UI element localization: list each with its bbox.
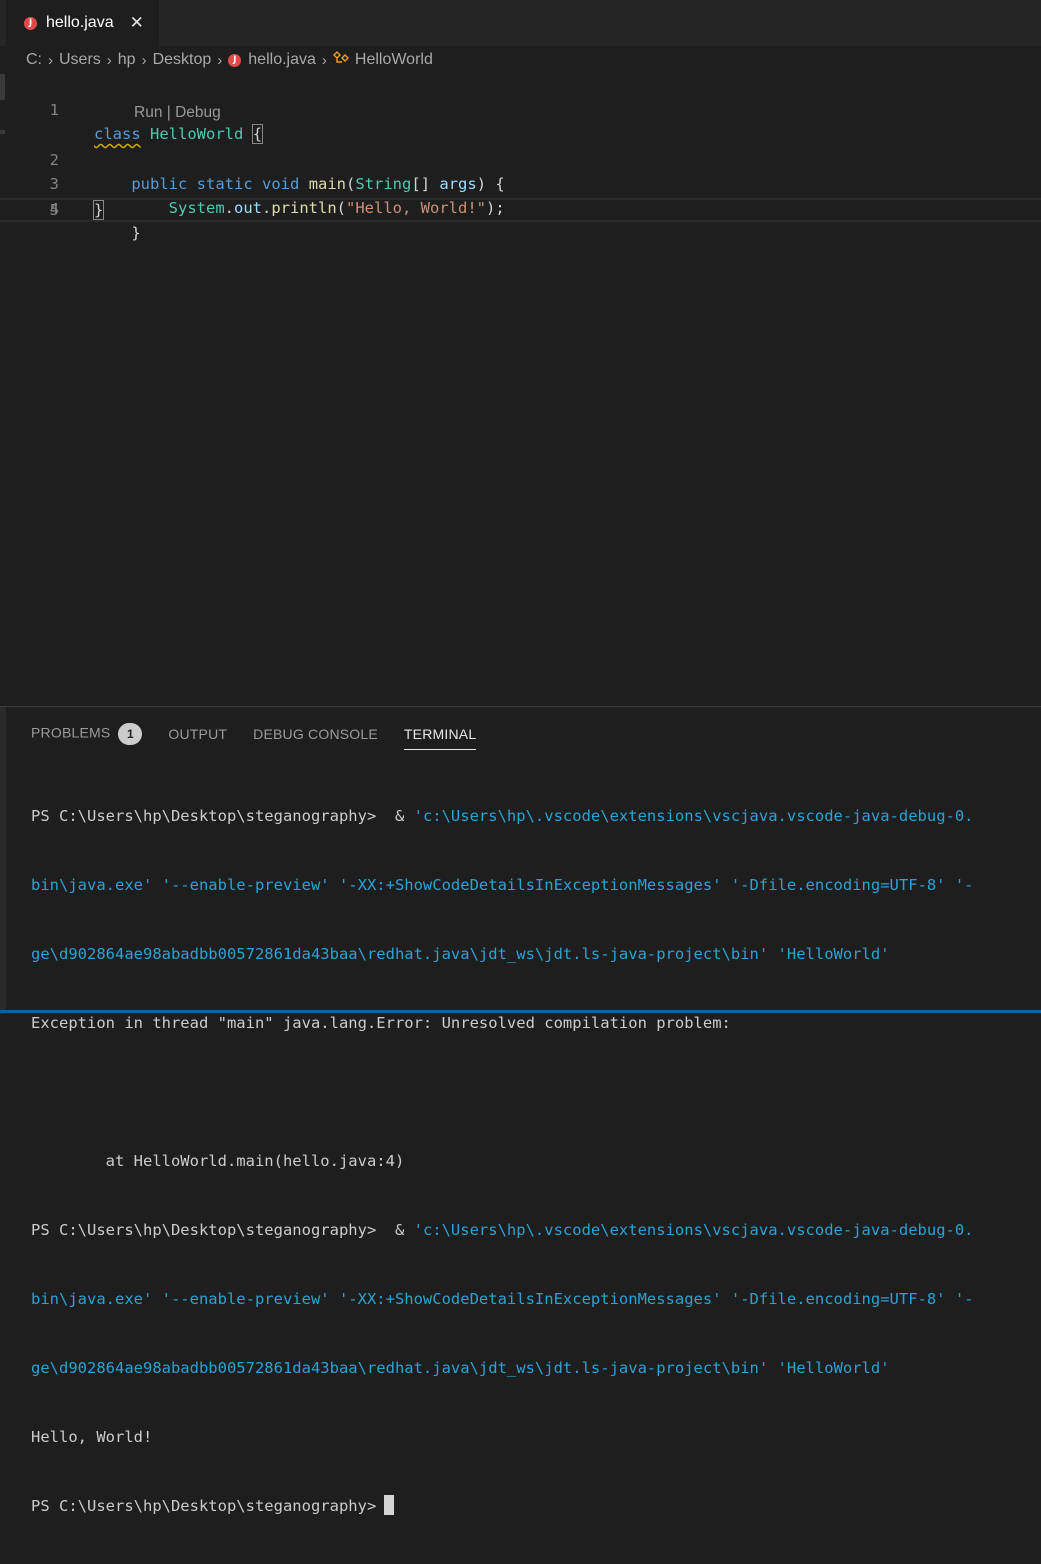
chevron-right-icon: › — [48, 51, 53, 69]
code-lens: Run | Debug — [134, 101, 221, 125]
terminal-line: ge\d902864ae98abadbb00572861da43baa\redh… — [31, 945, 890, 963]
breadcrumb-file[interactable]: hello.java — [248, 51, 316, 69]
breadcrumb-desktop[interactable]: Desktop — [153, 51, 212, 69]
tab-terminal[interactable]: TERMINAL — [403, 726, 477, 750]
line-number: 5 — [49, 201, 59, 219]
terminal-prompt-line[interactable]: PS C:\Users\hp\Desktop\steganography> — [31, 1495, 1041, 1518]
tab-output[interactable]: OUTPUT — [168, 726, 227, 742]
chevron-right-icon: › — [106, 51, 112, 69]
close-icon[interactable]: ✕ — [130, 13, 144, 33]
code-editor[interactable]: 1 class HelloWorld { Run | Debug 2 publi… — [0, 74, 1041, 706]
terminal-cursor — [384, 1495, 395, 1515]
code-line[interactable]: 3 System.out.println("Hello, World!"); — [0, 148, 1041, 217]
terminal-line: Hello, World! — [31, 1428, 153, 1446]
terminal-line: PS C:\Users\hp\Desktop\steganography> & … — [31, 1221, 974, 1239]
code-lens-divider: | — [162, 104, 176, 121]
tab-label: hello.java — [46, 14, 114, 31]
terminal-line: bin\java.exe' '--enable-preview' '-XX:+S… — [31, 1290, 974, 1308]
code-line[interactable]: 2 public static void main(String[] args)… — [0, 124, 1041, 193]
tab-hello-java[interactable]: J hello.java ✕ — [6, 0, 159, 46]
terminal-line: at HelloWorld.main(hello.java:4) — [31, 1152, 405, 1170]
problems-count-badge: 1 — [118, 723, 143, 745]
tab-debug-console[interactable]: DEBUG CONSOLE — [253, 726, 378, 742]
terminal-output[interactable]: PS C:\Users\hp\Desktop\steganography> & … — [31, 759, 1041, 1564]
panel-tabs: PROBLEMS 1 OUTPUT DEBUG CONSOLE TERMINAL — [31, 721, 502, 750]
line-number: 1 — [49, 101, 59, 119]
bottom-panel: PROBLEMS 1 OUTPUT DEBUG CONSOLE TERMINAL … — [0, 706, 1041, 1515]
breadcrumb: C: › Users › hp › Desktop › J hello.java… — [0, 46, 1041, 74]
terminal-line: ge\d902864ae98abadbb00572861da43baa\redh… — [31, 1359, 890, 1377]
breadcrumb-class[interactable]: HelloWorld — [355, 51, 433, 69]
debug-link[interactable]: Debug — [175, 104, 221, 121]
code-text: } — [131, 224, 141, 242]
code-line[interactable]: 4 } — [0, 173, 1041, 242]
breadcrumb-users[interactable]: Users — [59, 51, 101, 69]
run-link[interactable]: Run — [134, 104, 162, 121]
java-file-icon: J — [228, 53, 242, 67]
editor-tab-bar: J hello.java ✕ — [0, 0, 1041, 46]
terminal-line: PS C:\Users\hp\Desktop\steganography> & … — [31, 807, 974, 825]
chevron-right-icon: › — [141, 51, 147, 69]
code-line-current[interactable]: 5 } — [0, 198, 1041, 222]
code-line[interactable]: 1 class HelloWorld { — [0, 74, 1041, 144]
chevron-right-icon: › — [217, 51, 223, 69]
terminal-line: Exception in thread "main" java.lang.Err… — [31, 1014, 731, 1032]
chevron-right-icon: › — [321, 51, 327, 69]
tab-problems[interactable]: PROBLEMS 1 — [31, 723, 143, 745]
terminal-line: bin\java.exe' '--enable-preview' '-XX:+S… — [31, 876, 974, 894]
panel-edge — [0, 707, 6, 1014]
code-text: } — [92, 200, 105, 220]
breadcrumb-hp[interactable]: hp — [118, 51, 136, 69]
breadcrumb-drive[interactable]: C: — [26, 51, 42, 69]
java-file-icon: J — [24, 16, 37, 30]
class-symbol-icon — [332, 51, 349, 69]
